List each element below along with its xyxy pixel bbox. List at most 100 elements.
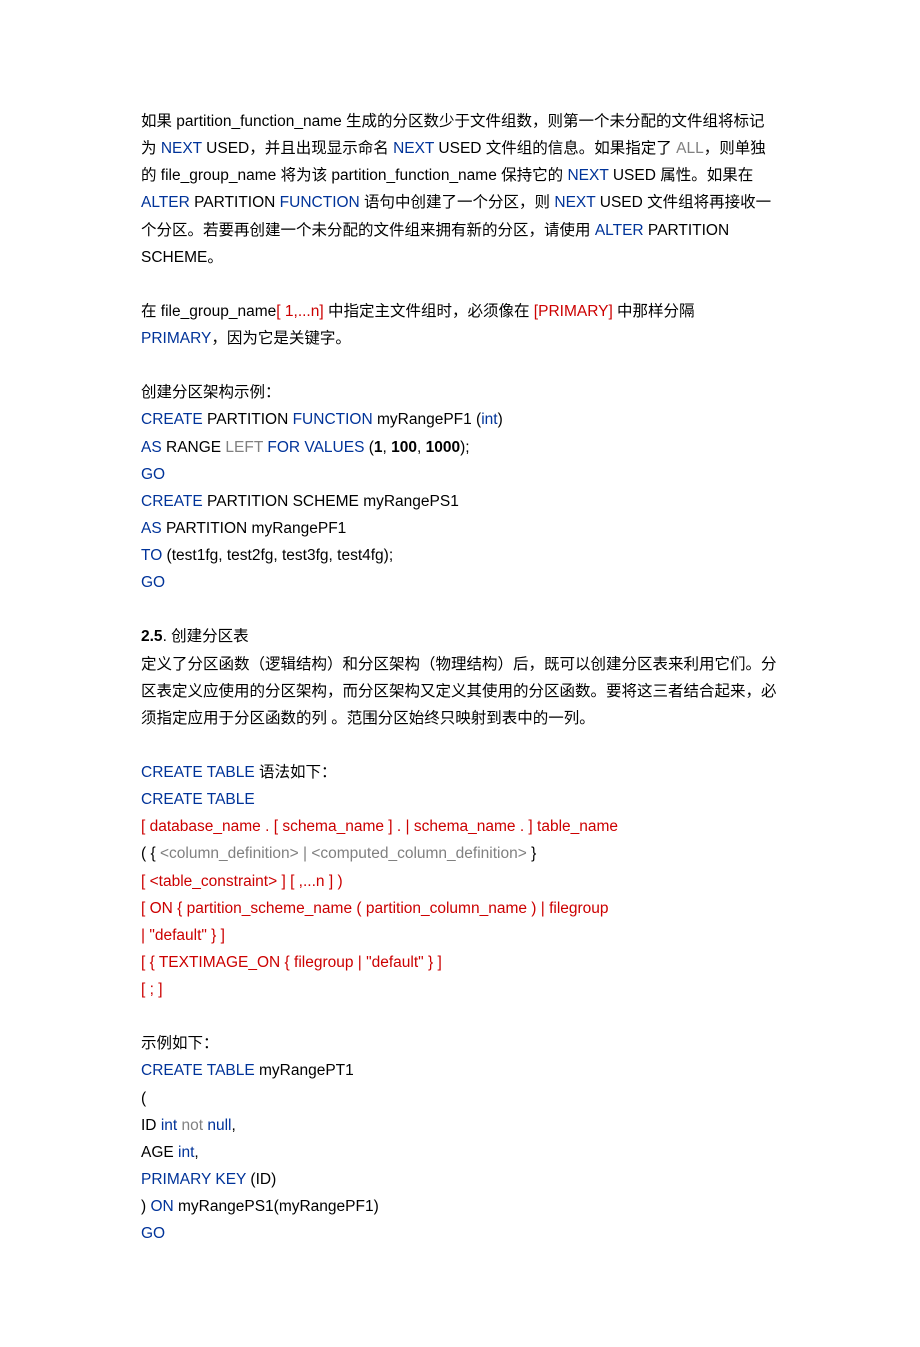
text: <column_definition> | <computed_column_d…: [160, 845, 527, 862]
value: 1000: [426, 439, 460, 456]
code-line: ) ON myRangePS1(myRangePF1): [141, 1193, 779, 1220]
keyword-function: FUNCTION: [280, 194, 360, 211]
syntax-primary: [PRIMARY]: [534, 303, 613, 320]
keyword-alter: ALTER: [595, 222, 644, 239]
keyword-for: FOR: [267, 439, 300, 456]
blank-line: [141, 732, 779, 759]
text: ( {: [141, 845, 160, 862]
code-line: AS RANGE LEFT FOR VALUES (1, 100, 1000);: [141, 434, 779, 461]
code-line: TO (test1fg, test2fg, test3fg, test4fg);: [141, 542, 779, 569]
keyword-create: CREATE: [141, 411, 203, 428]
text: PARTITION SCHEME myRangePS1: [203, 493, 459, 510]
code-line: ID int not null,: [141, 1112, 779, 1139]
text: myRangePT1: [255, 1062, 354, 1079]
code-line: CREATE TABLE: [141, 786, 779, 813]
text: ,: [194, 1144, 198, 1161]
code-line: (: [141, 1085, 779, 1112]
code-line: GO: [141, 461, 779, 488]
keyword-on: ON: [150, 1198, 173, 1215]
text: PARTITION myRangePF1: [162, 520, 347, 537]
keyword-create-table: CREATE TABLE: [141, 764, 255, 781]
example-1-title: 创建分区架构示例：: [141, 379, 779, 406]
keyword-not: not: [182, 1117, 204, 1134]
code-line: | "default" } ]: [141, 922, 779, 949]
code-line: CREATE PARTITION SCHEME myRangePS1: [141, 488, 779, 515]
section-number: 2.5: [141, 628, 163, 645]
keyword-null: null: [207, 1117, 231, 1134]
value: 100: [391, 439, 417, 456]
keyword-as: AS: [141, 439, 162, 456]
text: ,: [383, 439, 392, 456]
example-2-title: 示例如下：: [141, 1030, 779, 1057]
keyword-alter: ALTER: [141, 194, 190, 211]
keyword-go: GO: [141, 466, 165, 483]
text: USED 属性。如果在: [609, 167, 754, 184]
keyword-left: LEFT: [225, 439, 263, 456]
keyword-as: AS: [141, 520, 162, 537]
code-line: GO: [141, 569, 779, 596]
keyword-to: TO: [141, 547, 162, 564]
code-line: [ <table_constraint> ] [ ,...n ] ): [141, 868, 779, 895]
keyword-create-table: CREATE TABLE: [141, 1062, 255, 1079]
text: PARTITION: [203, 411, 293, 428]
text: myRangePS1(myRangePF1): [174, 1198, 379, 1215]
text: AGE: [141, 1144, 178, 1161]
value: 1: [374, 439, 383, 456]
text: }: [527, 845, 536, 862]
keyword-values: VALUES: [304, 439, 364, 456]
syntax-bracket: [ 1,...n]: [276, 303, 323, 320]
keyword-next: NEXT: [393, 140, 434, 157]
keyword-int: int: [178, 1144, 194, 1161]
keyword-next: NEXT: [161, 140, 202, 157]
text: 中那样分隔: [613, 303, 695, 320]
text: ,: [417, 439, 426, 456]
text: RANGE: [162, 439, 226, 456]
blank-line: [141, 271, 779, 298]
code-line: ( { <column_definition> | <computed_colu…: [141, 840, 779, 867]
code-line: AS PARTITION myRangePF1: [141, 515, 779, 542]
code-line: [ { TEXTIMAGE_ON { filegroup | "default"…: [141, 949, 779, 976]
create-table-intro: CREATE TABLE 语法如下：: [141, 759, 779, 786]
text: (ID): [246, 1171, 276, 1188]
keyword-primary: PRIMARY: [141, 330, 211, 347]
blank-line: [141, 1003, 779, 1030]
keyword-next: NEXT: [554, 194, 595, 211]
code-line: [ database_name . [ schema_name ] . | sc…: [141, 813, 779, 840]
text: 在 file_group_name: [141, 303, 276, 320]
code-line: CREATE TABLE myRangePT1: [141, 1057, 779, 1084]
section-2-5-body: 定义了分区函数（逻辑结构）和分区架构（物理结构）后，既可以创建分区表来利用它们。…: [141, 651, 779, 732]
text: ，因为它是关键字。: [211, 330, 351, 347]
text: USED 文件组的信息。如果指定了: [434, 140, 676, 157]
keyword-go: GO: [141, 574, 165, 591]
text: ID: [141, 1117, 161, 1134]
text: ): [498, 411, 503, 428]
text: 语法如下：: [255, 764, 337, 781]
text: 中指定主文件组时，必须像在: [324, 303, 534, 320]
code-line: AGE int,: [141, 1139, 779, 1166]
keyword-int: int: [481, 411, 497, 428]
text: USED，并且出现显示命名: [202, 140, 393, 157]
keyword-create: CREATE: [141, 493, 203, 510]
blank-line: [141, 596, 779, 623]
section-2-5-heading: 2.5. 创建分区表: [141, 623, 779, 650]
text: );: [460, 439, 469, 456]
keyword-primary-key: PRIMARY KEY: [141, 1171, 246, 1188]
paragraph-2: 在 file_group_name[ 1,...n] 中指定主文件组时，必须像在…: [141, 298, 779, 352]
code-line: [ ON { partition_scheme_name ( partition…: [141, 895, 779, 922]
text: (: [364, 439, 373, 456]
text: PARTITION: [190, 194, 280, 211]
text: (test1fg, test2fg, test3fg, test4fg);: [162, 547, 393, 564]
keyword-int: int: [161, 1117, 177, 1134]
blank-line: [141, 352, 779, 379]
code-line: CREATE PARTITION FUNCTION myRangePF1 (in…: [141, 406, 779, 433]
paragraph-1: 如果 partition_function_name 生成的分区数少于文件组数，…: [141, 108, 779, 271]
document-page: 如果 partition_function_name 生成的分区数少于文件组数，…: [0, 0, 920, 1347]
keyword-function: FUNCTION: [293, 411, 373, 428]
code-line: PRIMARY KEY (ID): [141, 1166, 779, 1193]
text: myRangePF1 (: [373, 411, 482, 428]
code-line: GO: [141, 1220, 779, 1247]
keyword-all: ALL: [676, 140, 704, 157]
code-line: [ ; ]: [141, 976, 779, 1003]
text: 语句中创建了一个分区，则: [360, 194, 555, 211]
keyword-next: NEXT: [567, 167, 608, 184]
